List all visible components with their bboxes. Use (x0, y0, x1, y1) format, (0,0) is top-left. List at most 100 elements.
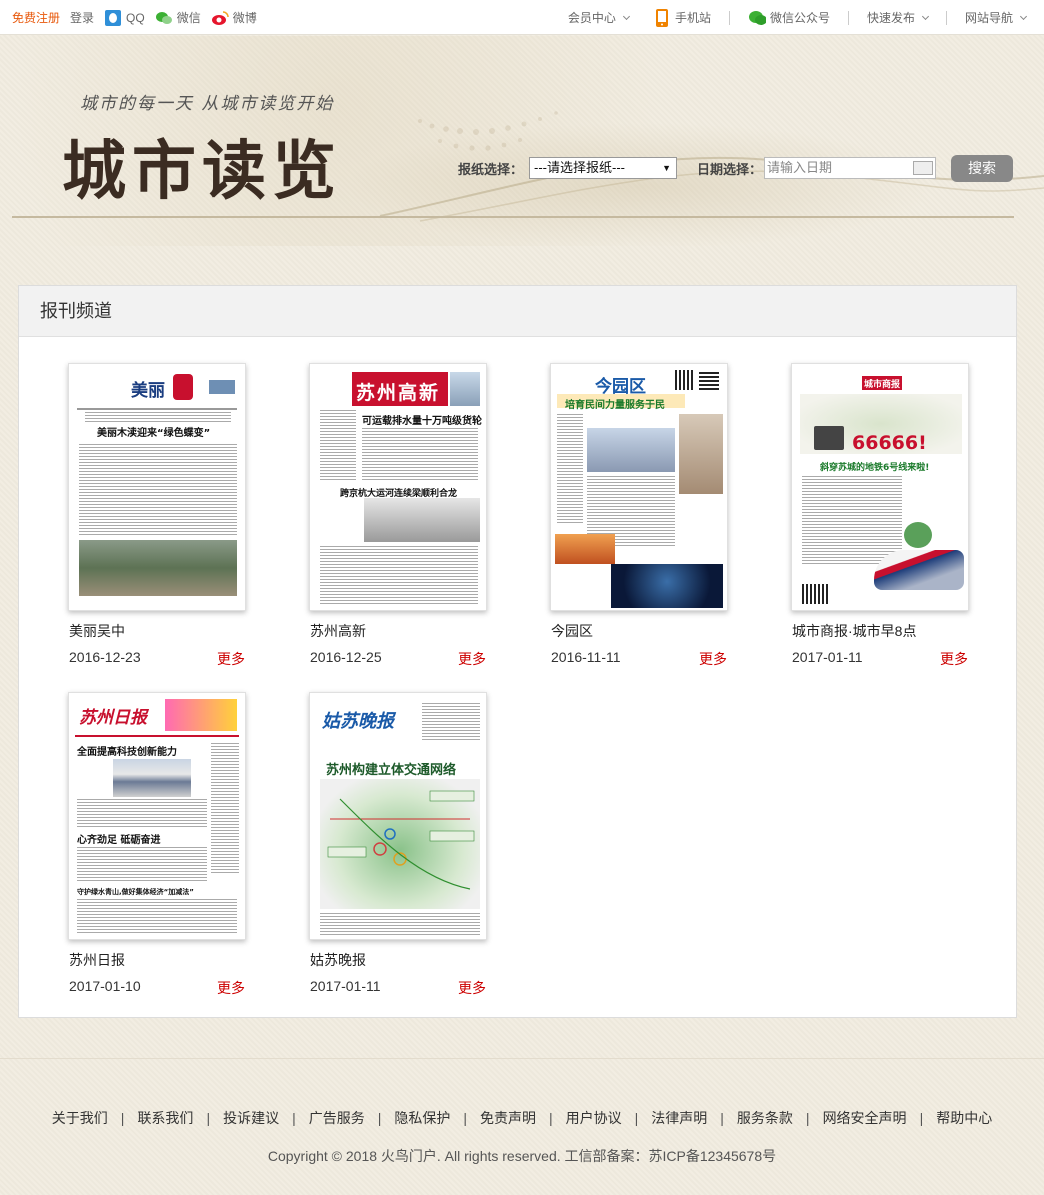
qr-code-icon (802, 584, 830, 604)
footer-link-legal[interactable]: 法律声明 (638, 1108, 720, 1128)
qq-login-link[interactable]: QQ (104, 9, 145, 26)
thumb-headline: 心齐劲足 砥砺奋进 (77, 835, 161, 846)
quick-publish-label: 快速发布 (866, 11, 915, 25)
top-bar-right: 会员中心 手机站 微信公众号 快速发布 网站导航 (564, 0, 1030, 35)
thumb-text (77, 799, 207, 829)
calendar-icon[interactable] (913, 161, 934, 175)
site-header: 城市的每一天 从城市读览开始 城市读览 报纸选择： ---请选择报纸--- ▼ … (0, 36, 1044, 246)
thumb-text (362, 428, 478, 482)
newspaper-card: 姑苏晚报 苏州构建立体交通网络 姑苏晚报 2017-01-11 更多 (309, 692, 489, 998)
thumb-rule (77, 408, 237, 410)
thumb-text (320, 546, 478, 606)
more-link[interactable]: 更多 (699, 649, 727, 669)
footer-link-about[interactable]: 关于我们 (39, 1108, 121, 1128)
footer-link-advertising[interactable]: 广告服务 (296, 1108, 378, 1128)
newspaper-date: 2016-11-11 (551, 649, 621, 665)
wechat-official-link[interactable]: 微信公众号 (748, 9, 830, 26)
newspaper-name[interactable]: 城市商报·城市早8点 (791, 621, 971, 641)
newspaper-name[interactable]: 苏州高新 (309, 621, 489, 641)
footer-link-terms[interactable]: 服务条款 (724, 1108, 806, 1128)
quick-publish-menu[interactable]: 快速发布 (866, 9, 930, 26)
newspaper-thumbnail[interactable]: 美丽 美丽木渎迎来“绿色蝶变” (68, 363, 246, 611)
wechat-icon (748, 10, 766, 26)
megaphone-icon (814, 426, 844, 450)
thumb-transit-map (320, 779, 480, 909)
weibo-login-link[interactable]: 微博 (211, 9, 257, 26)
newspaper-meta: 2017-01-11 更多 (791, 649, 971, 669)
more-link[interactable]: 更多 (458, 978, 486, 998)
newspaper-date: 2017-01-10 (69, 978, 141, 994)
thumb-headline: 培育民间力量服务于民 (565, 400, 665, 411)
footer-link-privacy[interactable]: 隐私保护 (381, 1108, 463, 1128)
search-button[interactable]: 搜索 (951, 155, 1013, 182)
thumb-text (77, 847, 207, 883)
chevron-down-icon (1019, 12, 1028, 20)
register-link[interactable]: 免费注册 (12, 9, 60, 26)
newspaper-thumbnail[interactable]: 苏州日报 全面提高科技创新能力 心齐劲足 砥砺奋进 守护绿水青山,做好集体经济“… (68, 692, 246, 940)
newspaper-name[interactable]: 美丽吴中 (68, 621, 248, 641)
wechat-label: 微信 (176, 11, 201, 25)
newspaper-date: 2016-12-25 (310, 649, 382, 665)
newspaper-thumbnail[interactable]: 今园区 培育民间力量服务于民 (550, 363, 728, 611)
site-nav-menu[interactable]: 网站导航 (965, 9, 1028, 26)
thumb-photo (555, 534, 615, 564)
paper-select-label: 报纸选择： (458, 161, 524, 177)
thumb-headline: 全面提高科技创新能力 (77, 747, 177, 758)
thumb-text (211, 743, 239, 873)
wechat-login-link[interactable]: 微信 (155, 9, 201, 26)
site-logo[interactable]: 城市读览 (62, 120, 342, 212)
mobile-site-link[interactable]: 手机站 (653, 8, 711, 27)
footer-link-disclaimer[interactable]: 免责声明 (467, 1108, 549, 1128)
thumb-photo (587, 428, 675, 472)
newspaper-meta: 2016-12-25 更多 (309, 649, 489, 669)
thumb-masthead: 姑苏晚报 (322, 711, 394, 732)
mobile-site-label: 手机站 (674, 11, 711, 25)
newspaper-name[interactable]: 苏州日报 (68, 950, 248, 970)
thumb-logo (173, 374, 193, 400)
thumb-photo (79, 540, 237, 596)
login-link[interactable]: 登录 (70, 9, 94, 26)
newspaper-card: 今园区 培育民间力量服务于民 今园区 2016-11-11 更多 (550, 363, 730, 669)
member-center-menu[interactable]: 会员中心 (567, 9, 630, 26)
newspaper-name[interactable]: 今园区 (550, 621, 730, 641)
footer-link-help[interactable]: 帮助中心 (923, 1108, 1005, 1128)
more-link[interactable]: 更多 (458, 649, 486, 669)
date-input[interactable]: 请输入日期 (764, 157, 937, 179)
footer-links: 关于我们 | 联系我们 | 投诉建议 | 广告服务 | 隐私保护 | 免责声明 | 用户协议… (0, 1108, 1044, 1128)
newspaper-thumbnail[interactable]: 城市商报 66666! 斜穿苏城的地铁6号线来啦! (791, 363, 969, 611)
more-link[interactable]: 更多 (217, 649, 245, 669)
thumb-headline: 斜穿苏城的地铁6号线来啦! (820, 463, 930, 473)
chevron-down-icon (622, 12, 630, 20)
header-divider (12, 216, 1014, 218)
thumb-masthead: 城市商报 (864, 380, 901, 390)
qq-label: QQ (126, 10, 145, 25)
newspaper-date: 2016-12-23 (69, 649, 141, 665)
thumb-rule (75, 735, 239, 737)
newspaper-name[interactable]: 姑苏晚报 (309, 950, 489, 970)
paper-select[interactable]: ---请选择报纸--- ▼ (529, 157, 678, 179)
date-select-label: 日期选择： (697, 161, 763, 177)
footer-link-security[interactable]: 网络安全声明 (810, 1108, 920, 1128)
newspaper-date: 2017-01-11 (310, 978, 381, 994)
more-link[interactable]: 更多 (940, 649, 968, 669)
newspaper-thumbnail[interactable]: 苏州高新 可运载排水量十万吨级货轮 跨京杭大运河连续梁顺利合龙 (309, 363, 487, 611)
thumb-big-text: 66666! (852, 432, 927, 454)
footer-link-contact[interactable]: 联系我们 (124, 1108, 206, 1128)
footer-link-user-agreement[interactable]: 用户协议 (553, 1108, 635, 1128)
footer-divider (0, 1058, 1044, 1059)
thumb-masthead: 苏州日报 (79, 708, 147, 728)
thumb-masthead: 苏州高新 (356, 382, 441, 404)
footer-link-complaint[interactable]: 投诉建议 (210, 1108, 292, 1128)
member-center-label: 会员中心 (567, 11, 616, 25)
newspaper-thumbnail[interactable]: 姑苏晚报 苏州构建立体交通网络 (309, 692, 487, 940)
thumb-text (320, 913, 480, 935)
wechat-official-label: 微信公众号 (769, 11, 830, 25)
search-form: 报纸选择： ---请选择报纸--- ▼ 日期选择： 请输入日期 (458, 156, 937, 180)
qq-icon (104, 9, 122, 26)
thumb-masthead: 美丽 (131, 381, 165, 401)
more-link[interactable]: 更多 (217, 978, 245, 998)
paper-select-value: ---请选择报纸--- (534, 160, 625, 175)
newspaper-meta: 2016-12-23 更多 (68, 649, 248, 669)
divider (945, 10, 947, 25)
qr-code-icon (699, 370, 719, 390)
